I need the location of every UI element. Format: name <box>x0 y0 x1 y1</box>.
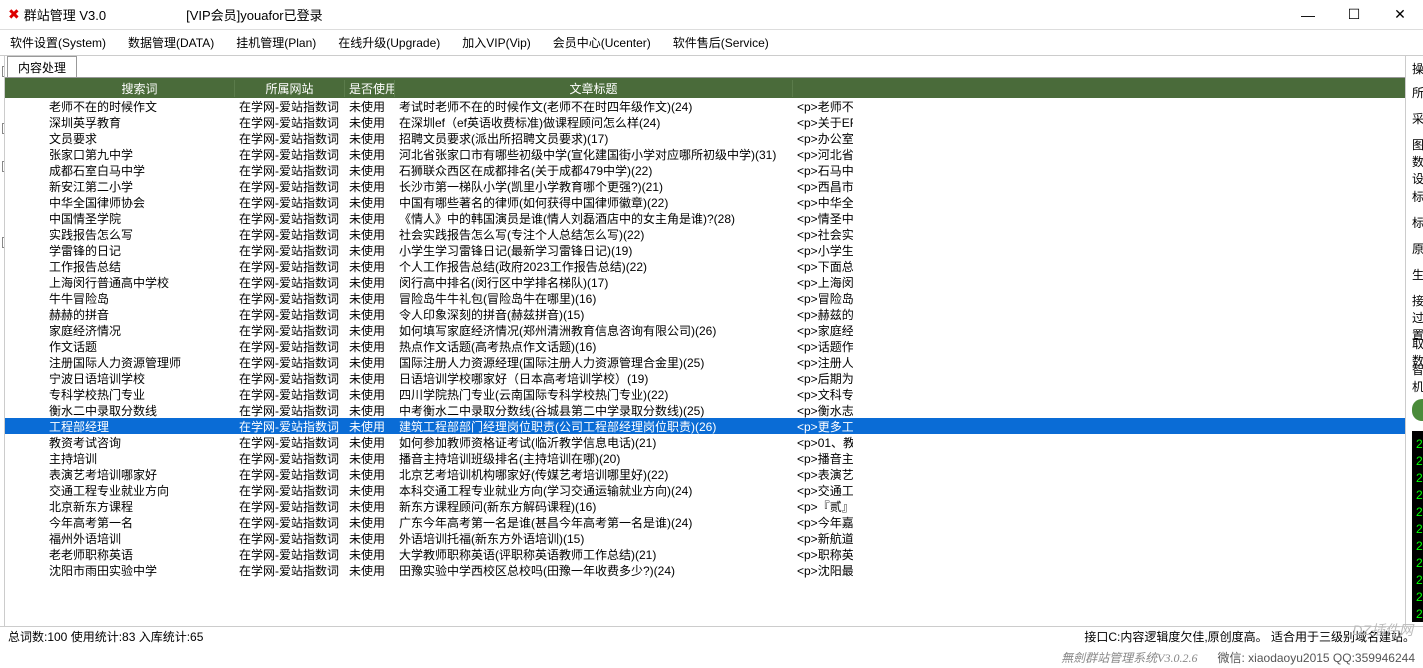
maximize-button[interactable]: ☐ <box>1331 0 1377 30</box>
table-row[interactable]: 实践报告怎么写在学网-爱站指数词未使用社会实践报告怎么写(专注个人总结怎么写)(… <box>5 226 1405 242</box>
menubar: 软件设置(System) 数据管理(DATA) 挂机管理(Plan) 在线升级(… <box>0 30 1423 56</box>
footer-bar: 無劍群站管理系统V3.0.2.6 微信: xiaodaoyu2015 QQ:35… <box>0 646 1423 668</box>
table-row[interactable]: 衡水二中录取分数线在学网-爱站指数词未使用中考衡水二中录取分数线(谷城县第二中学… <box>5 402 1405 418</box>
table-row[interactable]: 老老师职称英语在学网-爱站指数词未使用大学教师职称英语(评职称英语教师工作总结)… <box>5 546 1405 562</box>
log-line: 22:28:11 正在查询内存>>>>>> <box>1416 469 1423 486</box>
log-line: 22:27:04今年高考第一名 入库成功 <box>1416 503 1423 520</box>
menu-service[interactable]: 软件售后(Service) <box>673 34 769 51</box>
table-row[interactable]: 今年高考第一名在学网-爱站指数词未使用广东今年高考第一名是谁(甚昌今年高考第一名… <box>5 514 1405 530</box>
table-row[interactable]: 牛牛冒险岛在学网-爱站指数词未使用冒险岛牛牛礼包(冒险岛牛在哪里)(16)<p>… <box>5 290 1405 306</box>
app-icon: ✖ <box>8 6 20 23</box>
table-row[interactable]: 新安江第二小学在学网-爱站指数词未使用长沙市第一梯队小学(凯里小学教育哪个更强?… <box>5 178 1405 194</box>
titlebar: ✖ 群站管理 V3.0 [VIP会员]youafor已登录 — ☐ ✕ <box>0 0 1423 30</box>
api-label: 接口设置 <box>1412 292 1423 309</box>
log-line: 22:26:01表演艺考培训哪家好 入库成功 <box>1416 605 1423 622</box>
log-line: 22:26:13当前标题内容有违禁问题, 已删除 <box>1416 554 1423 571</box>
table-row[interactable]: 交通工程专业就业方向在学网-爱站指数词未使用本科交通工程专业就业方向(学习交通运… <box>5 482 1405 498</box>
col-title[interactable]: 文章标题 <box>395 80 793 97</box>
log-line: 22:26:59 正在查询内存>>>>>> <box>1416 520 1423 537</box>
table-row[interactable]: 中国情圣学院在学网-爱站指数词未使用《情人》中的韩国演员是谁(情人刘磊酒店中的女… <box>5 210 1405 226</box>
table-row[interactable]: 张家口第九中学在学网-爱站指数词未使用河北省张家口市有哪些初级中学(宣化建国街小… <box>5 146 1405 162</box>
table-row[interactable]: 学雷锋的日记在学网-爱站指数词未使用小学生学习雷锋日记(最新学习雷锋日记)(19… <box>5 242 1405 258</box>
style-label: 标题样式 <box>1412 188 1423 205</box>
table-row[interactable]: 教资考试咨询在学网-爱站指数词未使用如何参加教师资格证考试(临沂教学信息电话)(… <box>5 434 1405 450</box>
col-used[interactable]: 是否使用 <box>345 80 395 97</box>
table-row[interactable]: 工作报告总结在学网-爱站指数词未使用个人工作报告总结(政府2023工作报告总结)… <box>5 258 1405 274</box>
grid-body[interactable]: 老师不在的时候作文在学网-爱站指数词未使用考试时老师不在的时候作文(老师不在时四… <box>5 98 1405 609</box>
horizontal-scrollbar[interactable] <box>5 609 1405 626</box>
image-label: 图片设置 <box>1412 136 1423 153</box>
log-line: 22:26:06交通工程专业就业方向 入库成功 <box>1416 571 1423 588</box>
num-label: 数量设置 <box>1412 153 1423 187</box>
orig-label: 原创处理 <box>1412 240 1423 257</box>
log-line: 22:28:18孙老师职称英语 入库成功 <box>1416 452 1423 469</box>
tab-content-process[interactable]: 内容处理 <box>7 56 77 77</box>
thread-label: 采集线程 <box>1412 110 1423 127</box>
table-row[interactable]: 作文话题在学网-爱站指数词未使用热点作文话题(高考热点作文话题)(16)<p>话… <box>5 338 1405 354</box>
table-row[interactable]: 专科学校热门专业在学网-爱站指数词未使用四川学院热门专业(云南国际专科学校热门专… <box>5 386 1405 402</box>
data-grid: 搜索词 所属网站 是否使用 文章标题 老师不在的时候作文在学网-爱站指数词未使用… <box>5 78 1405 609</box>
col-site[interactable]: 所属网站 <box>235 80 345 97</box>
col-keyword[interactable]: 搜索词 <box>45 80 235 97</box>
log-line: 22:28:09福州外语培训 入库成功 <box>1416 486 1423 503</box>
table-row[interactable]: 深圳英孚教育在学网-爱站指数词未使用在深圳ef（ef英语收费标准)做课程顾问怎么… <box>5 114 1405 130</box>
start-button[interactable]: 开始 <box>1412 399 1423 421</box>
table-row[interactable]: 宁波日语培训学校在学网-爱站指数词未使用日语培训学校哪家好（日本高考培训学校）(… <box>5 370 1405 386</box>
table-row[interactable]: 主持培训在学网-爱站指数词未使用播音主持培训班级排名(主持培训在哪)(20)<p… <box>5 450 1405 466</box>
table-row[interactable]: 文员要求在学网-爱站指数词未使用招聘文员要求(派出所招聘文员要求)(17)<p>… <box>5 130 1405 146</box>
tabbar: 内容处理 <box>5 56 1405 78</box>
minimize-button[interactable]: — <box>1285 0 1331 30</box>
app-title: 群站管理 V3.0 <box>24 5 106 24</box>
table-row[interactable]: 家庭经济情况在学网-爱站指数词未使用如何填写家庭经济情况(郑州清洲教育信息咨询有… <box>5 322 1405 338</box>
table-row[interactable]: 工程部经理在学网-爱站指数词未使用建筑工程部部门经理岗位职责(公司工程部经理岗位… <box>5 418 1405 434</box>
table-row[interactable]: 表演艺考培训哪家好在学网-爱站指数词未使用北京艺考培训机构哪家好(传媒艺考培训哪… <box>5 466 1405 482</box>
menu-system[interactable]: 软件设置(System) <box>10 34 106 51</box>
status-left: 总词数:100 使用统计:83 入库统计:65 <box>8 628 203 645</box>
menu-plan[interactable]: 挂机管理(Plan) <box>236 34 316 51</box>
status-bar: 总词数:100 使用统计:83 入库统计:65 接口C:内容逻辑度欠佳,原创度高… <box>0 626 1423 646</box>
log-console[interactable]: 22:28:24沈阳市雨田实验中学 入库成功22:28:18孙老师职称英语 入库… <box>1412 431 1423 622</box>
menu-data[interactable]: 数据管理(DATA) <box>128 34 214 51</box>
table-row[interactable]: 上海闵行普通高中学校在学网-爱站指数词未使用闵行高中排名(闵行区中学排名梯队)(… <box>5 274 1405 290</box>
login-status: [VIP会员]youafor已登录 <box>186 5 323 24</box>
log-line: 22:26:02 正在查询内存>>>>>> <box>1416 588 1423 605</box>
footer-contact: 微信: xiaodaoyu2015 QQ:359946244 <box>1218 649 1415 666</box>
table-row[interactable]: 福州外语培训在学网-爱站指数词未使用外语培训托福(新东方外语培训)(15)<p>… <box>5 530 1405 546</box>
table-row[interactable]: 沈阳市雨田实验中学在学网-爱站指数词未使用田豫实验中学西校区总校吗(田豫一年收费… <box>5 562 1405 578</box>
menu-vip[interactable]: 加入VIP(Vip) <box>462 34 530 51</box>
grid-header: 搜索词 所属网站 是否使用 文章标题 <box>5 78 1405 98</box>
model-label: 标题模型 <box>1412 214 1423 231</box>
gen-label: 生成词语 <box>1412 266 1423 283</box>
table-row[interactable]: 注册国际人力资源管理师在学网-爱站指数词未使用国际注册人力资源经理(国际注册人力… <box>5 354 1405 370</box>
close-button[interactable]: ✕ <box>1377 0 1423 30</box>
log-line: 22:26:55北京新东方课程 入库成功 <box>1416 537 1423 554</box>
table-row[interactable]: 老师不在的时候作文在学网-爱站指数词未使用考试时老师不在的时候作文(老师不在时四… <box>5 98 1405 114</box>
menu-ucenter[interactable]: 会员中心(Ucenter) <box>553 34 651 51</box>
table-row[interactable]: 北京新东方课程在学网-爱站指数词未使用新东方课程顾问(新东方解码课程)(16)<… <box>5 498 1405 514</box>
table-row[interactable]: 成都石室白马中学在学网-爱站指数词未使用石狮联众西区在成都排名(关于成都479中… <box>5 162 1405 178</box>
table-row[interactable]: 中华全国律师协会在学网-爱站指数词未使用中国有哪些著名的律师(如何获得中国律师徽… <box>5 194 1405 210</box>
auto-label: 智能挂机: <box>1412 361 1423 395</box>
panel-title: 操作区 <box>1412 60 1423 77</box>
footer-signature: 無劍群站管理系统V3.0.2.6 <box>1061 649 1197 666</box>
operation-panel: 操作区 所属网站 在学网-爱站指数词▼ 采集线程 2▼ 图片设置 内置图片 数量… <box>1406 56 1423 626</box>
table-row[interactable]: 赫赫的拼音在学网-爱站指数词未使用令人印象深刻的拼音(赫兹拼音)(15)<p>赫… <box>5 306 1405 322</box>
status-right: 接口C:内容逻辑度欠佳,原创度高。 适合用于三级别域名建站。 <box>1084 628 1415 645</box>
log-line: 22:28:24沈阳市雨田实验中学 入库成功 <box>1416 435 1423 452</box>
menu-upgrade[interactable]: 在线升级(Upgrade) <box>338 34 440 51</box>
site-label: 所属网站 <box>1412 84 1423 101</box>
